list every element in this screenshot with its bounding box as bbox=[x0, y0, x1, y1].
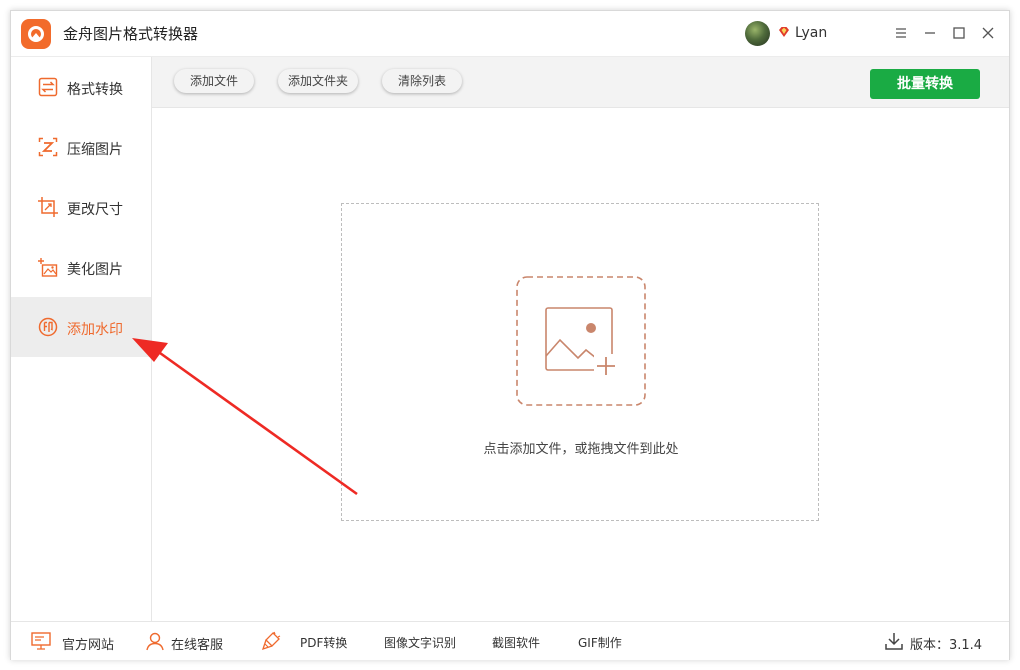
footer-bar: 官方网站 在线客服 PDF转换 图像文字识别 截图软件 GIF制作 版本：3.1… bbox=[11, 621, 1009, 660]
gif-maker-link[interactable]: GIF制作 bbox=[578, 634, 622, 651]
gem-icon bbox=[779, 27, 789, 37]
pdf-convert-link[interactable]: PDF转换 bbox=[300, 634, 347, 651]
app-title: 金舟图片格式转换器 bbox=[63, 25, 199, 43]
drop-hint-text: 点击添加文件，或拖拽文件到此处 bbox=[483, 442, 679, 457]
add-file-button[interactable]: 添加文件 bbox=[174, 69, 254, 93]
add-image-icon[interactable] bbox=[516, 276, 646, 406]
menu-icon[interactable] bbox=[893, 25, 909, 41]
sidebar-item-label: 添加水印 bbox=[67, 322, 123, 338]
online-support-link[interactable]: 在线客服 bbox=[171, 634, 223, 653]
beautify-icon bbox=[38, 258, 58, 277]
close-icon[interactable] bbox=[980, 25, 996, 41]
app-window: 金舟图片格式转换器 Lyan 格式转换 压缩图片 更改尺寸 美化图片 添加水印 … bbox=[10, 10, 1010, 660]
convert-icon bbox=[38, 77, 58, 97]
screenshot-software-link[interactable]: 截图软件 bbox=[492, 634, 540, 651]
sidebar-item-beautify[interactable]: 美化图片 bbox=[11, 237, 151, 297]
sidebar-item-label: 更改尺寸 bbox=[67, 202, 123, 218]
clear-list-button[interactable]: 清除列表 bbox=[382, 69, 462, 93]
batch-convert-button[interactable]: 批量转换 bbox=[870, 69, 980, 99]
version-label: 版本：3.1.4 bbox=[910, 638, 983, 653]
maximize-icon[interactable] bbox=[951, 25, 967, 41]
resize-icon bbox=[38, 197, 58, 217]
minimize-icon[interactable] bbox=[922, 25, 938, 41]
sidebar-item-resize[interactable]: 更改尺寸 bbox=[11, 177, 151, 237]
sidebar-item-label: 格式转换 bbox=[67, 82, 123, 98]
sidebar-item-watermark[interactable]: 添加水印 bbox=[11, 297, 151, 357]
ocr-link[interactable]: 图像文字识别 bbox=[384, 634, 456, 651]
title-bar: 金舟图片格式转换器 Lyan bbox=[11, 11, 1009, 57]
file-drop-zone[interactable]: 点击添加文件，或拖拽文件到此处 bbox=[341, 203, 819, 521]
monitor-icon[interactable] bbox=[31, 631, 51, 651]
sidebar-item-label: 压缩图片 bbox=[67, 142, 123, 158]
download-icon[interactable] bbox=[884, 631, 904, 651]
brush-icon[interactable] bbox=[261, 631, 281, 651]
app-logo-icon bbox=[21, 19, 51, 49]
sidebar-item-format-convert[interactable]: 格式转换 bbox=[11, 57, 151, 117]
sidebar-item-compress[interactable]: 压缩图片 bbox=[11, 117, 151, 177]
compress-icon bbox=[38, 137, 58, 157]
official-site-link[interactable]: 官方网站 bbox=[62, 634, 114, 653]
username[interactable]: Lyan bbox=[795, 25, 827, 41]
add-folder-button[interactable]: 添加文件夹 bbox=[278, 69, 358, 93]
sidebar-item-label: 美化图片 bbox=[67, 262, 123, 278]
sidebar: 格式转换 压缩图片 更改尺寸 美化图片 添加水印 bbox=[11, 57, 152, 621]
watermark-icon bbox=[38, 317, 58, 337]
toolbar: 添加文件 添加文件夹 清除列表 批量转换 bbox=[152, 57, 1009, 108]
support-icon[interactable] bbox=[145, 631, 165, 651]
user-avatar[interactable] bbox=[745, 21, 770, 46]
